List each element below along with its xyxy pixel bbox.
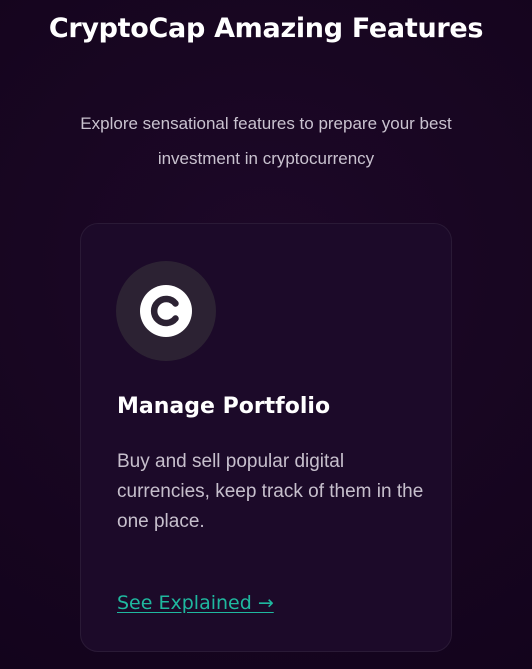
feature-description: Buy and sell popular digital currencies,… bbox=[117, 451, 424, 532]
see-explained-link[interactable]: See Explained → bbox=[117, 592, 274, 614]
feature-icon-container bbox=[116, 261, 216, 361]
feature-card-manage-portfolio: Manage Portfolio Buy and sell popular di… bbox=[80, 223, 452, 652]
page-title: CryptoCap Amazing Features bbox=[48, 13, 484, 44]
page-subtitle: Explore sensational features to prepare … bbox=[80, 114, 452, 168]
feature-title: Manage Portfolio bbox=[117, 394, 331, 419]
coin-c-icon bbox=[140, 285, 192, 337]
